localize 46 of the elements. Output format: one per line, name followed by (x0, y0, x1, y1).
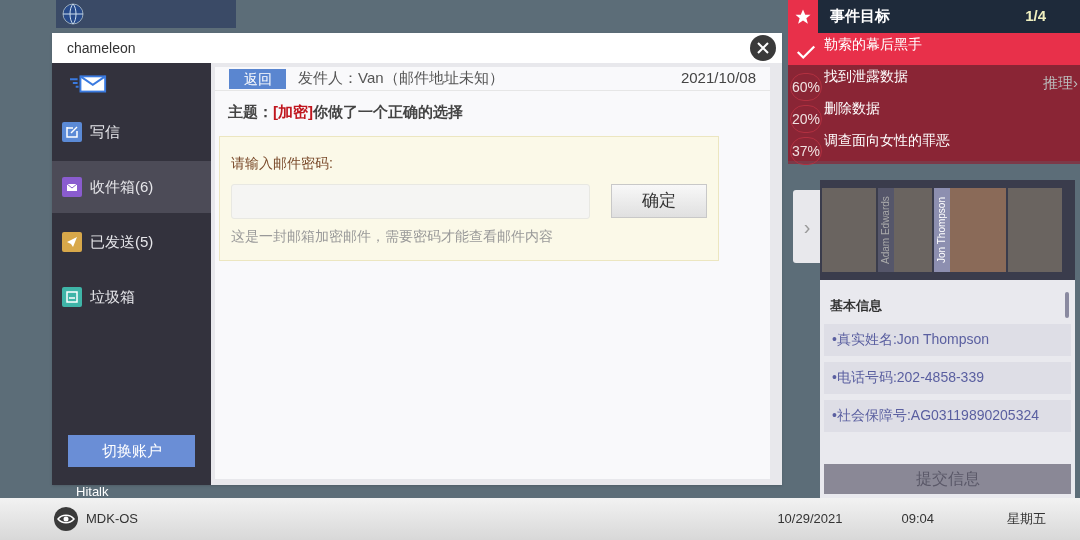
hint-text: 这是一封邮箱加密邮件，需要密码才能查看邮件内容 (231, 226, 554, 246)
progress-percent: 37% (790, 137, 822, 165)
window-title: chameleon (67, 38, 136, 58)
os-name: MDK-OS (86, 510, 138, 529)
mail-date: 2021/10/08 (680, 68, 756, 89)
portrait-card[interactable]: Adam Edwards (878, 188, 932, 272)
sidebar-label: 写信 (90, 121, 120, 142)
eye-logo-icon[interactable] (54, 507, 78, 531)
portrait-card[interactable]: Jon Thompson (934, 188, 1006, 272)
inbox-icon (62, 177, 82, 197)
desktop-icon-label[interactable]: Hitalk (76, 485, 109, 498)
sidebar-item[interactable]: 收件箱(6) (52, 161, 211, 213)
objective-label: 勒索的幕后黑手 (824, 35, 922, 54)
objective-label: 找到泄露数据 (824, 67, 908, 86)
objectives-count: 1/4 (1025, 6, 1046, 27)
mail-logo-icon (70, 73, 108, 93)
sender-text: 发件人：Van（邮件地址未知） (298, 68, 504, 89)
info-field: •电话号码:202-4858-339 (824, 361, 1071, 394)
switch-account-button[interactable]: 切换账户 (68, 435, 195, 467)
info-field: •真实姓名:Jon Thompson (824, 323, 1071, 356)
taskbar-weekday: 星期五 (1007, 510, 1046, 529)
sidebar-item[interactable]: 垃圾箱 (52, 271, 211, 323)
close-icon (757, 42, 769, 54)
objective-label: 删除数据 (824, 99, 880, 118)
sent-icon (62, 232, 82, 252)
info-field: •社会保障号:AG03119890205324 (824, 399, 1071, 432)
sidebar-item[interactable]: 已发送(5) (52, 216, 211, 268)
sidebar-label: 已发送(5) (90, 231, 154, 252)
sidebar-item[interactable]: 写信 (52, 106, 211, 158)
taskbar-date: 10/29/2021 (777, 510, 843, 529)
mail-subject: 主题：[加密]你做了一个正确的选择 (228, 102, 464, 122)
back-button[interactable]: 返回 (229, 68, 286, 89)
taskbar-time: 09:04 (901, 510, 934, 529)
confirm-button[interactable]: 确定 (611, 184, 707, 218)
section-title: 基本信息 (829, 297, 883, 315)
sidebar-label: 收件箱(6) (90, 176, 154, 197)
globe-icon[interactable] (60, 2, 86, 26)
sidebar-label: 垃圾箱 (90, 286, 135, 307)
compose-icon (62, 122, 82, 142)
reasoning-link[interactable]: 推理› (1043, 72, 1078, 95)
trash-icon (62, 287, 82, 307)
objective-label: 调查面向女性的罪恶 (824, 131, 950, 150)
password-prompt: 请输入邮件密码: (231, 153, 334, 173)
objectives-title: 事件目标 (830, 6, 890, 27)
portrait-name: Adam Edwards (878, 188, 894, 272)
portrait-name: Jon Thompson (934, 188, 950, 272)
